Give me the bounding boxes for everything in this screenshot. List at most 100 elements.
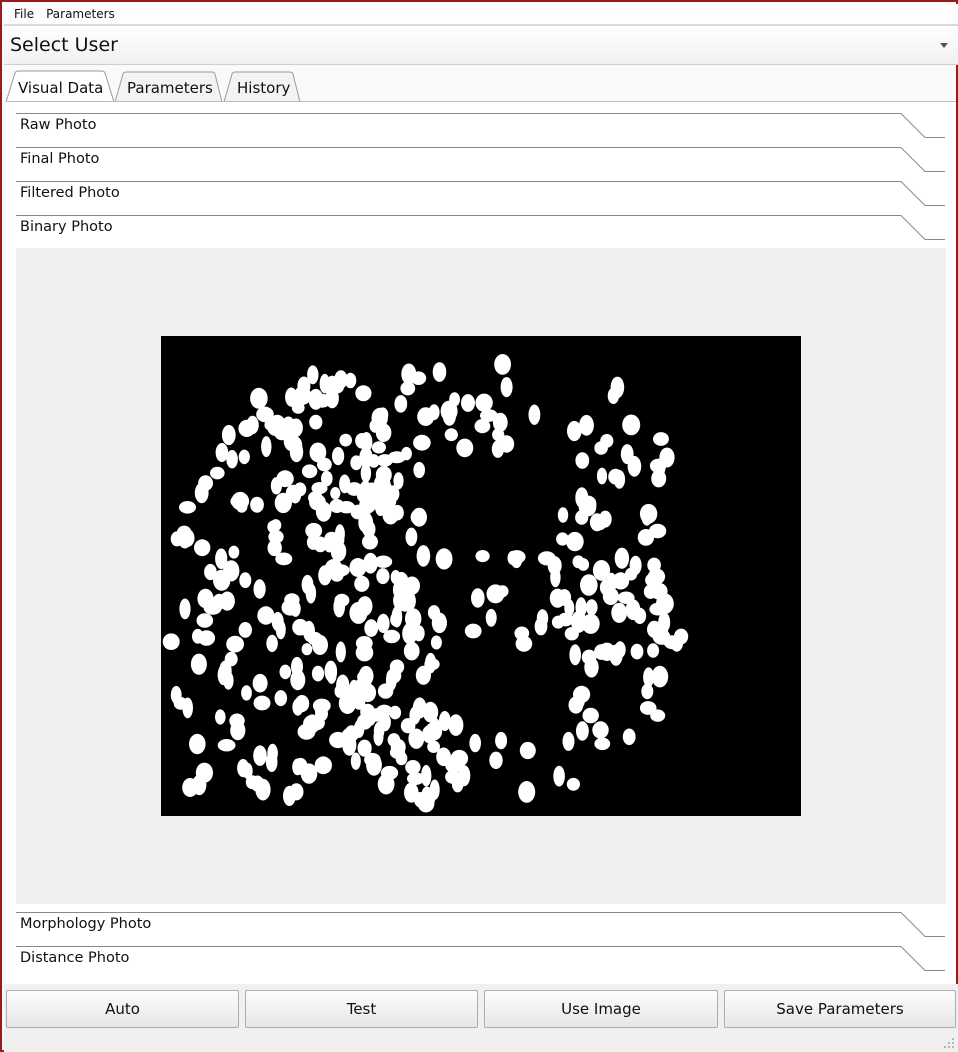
cell-blob [357, 739, 372, 757]
cell-blob [283, 785, 296, 806]
cell-blob [301, 464, 318, 479]
cell-blob [375, 423, 392, 442]
cell-blob [617, 591, 635, 604]
cell-blob [229, 713, 245, 729]
cell-blob [317, 457, 332, 472]
cell-blob [614, 641, 626, 659]
cell-blob [250, 496, 264, 513]
cell-blob [651, 623, 669, 644]
auto-button[interactable]: Auto [6, 990, 239, 1028]
menu-parameters[interactable]: Parameters [42, 7, 123, 21]
cell-blob [354, 575, 370, 592]
menu-file[interactable]: File [4, 7, 42, 21]
cell-blob [290, 669, 306, 691]
cell-blob [649, 602, 667, 616]
cell-blob [450, 749, 469, 767]
cell-blob [261, 436, 272, 458]
user-select-dropdown[interactable]: Select User [4, 25, 958, 65]
cell-blob [608, 468, 623, 485]
cell-blob [416, 545, 431, 567]
cell-blob [285, 484, 301, 501]
cell-blob [238, 449, 250, 465]
cell-blob [223, 560, 240, 582]
tab-history[interactable]: History [237, 79, 290, 97]
expander-binary-photo[interactable]: Binary Photo [16, 215, 946, 241]
expander-distance-photo[interactable]: Distance Photo [16, 946, 946, 972]
cell-blob [633, 607, 647, 624]
use-image-button[interactable]: Use Image [484, 990, 718, 1028]
resize-grip-icon[interactable] [944, 1038, 954, 1048]
cell-blob [309, 414, 323, 430]
cell-blob [215, 443, 229, 462]
cell-blob [427, 605, 441, 620]
test-button[interactable]: Test [245, 990, 478, 1028]
cell-blob [253, 695, 271, 711]
cell-blob [648, 523, 667, 539]
cell-blob [267, 539, 282, 557]
app-window: File Parameters Select User Visual Data … [0, 0, 958, 1052]
cell-blob [432, 362, 447, 382]
cell-blob [329, 731, 347, 749]
cell-blob [494, 354, 511, 375]
cell-blob [357, 596, 373, 617]
tab-visual-data[interactable]: Visual Data [18, 79, 103, 97]
cell-blob [253, 579, 266, 599]
cell-blob [410, 509, 426, 525]
cell-blob [500, 377, 513, 398]
cell-blob [528, 404, 541, 425]
cell-blob [386, 668, 402, 684]
cell-blob [335, 641, 346, 663]
cell-blob [594, 441, 608, 455]
cell-blob [573, 685, 591, 703]
cell-blob [350, 752, 361, 770]
cell-blob [514, 626, 530, 641]
cell-blob [274, 426, 290, 441]
expander-final-photo[interactable]: Final Photo [16, 147, 946, 173]
cell-blob [402, 622, 418, 645]
cell-blob [170, 686, 182, 704]
cell-blob [424, 722, 443, 741]
cell-blob [355, 385, 372, 402]
cell-blob [495, 731, 508, 750]
cell-blob [425, 652, 437, 674]
cell-blob [314, 756, 332, 775]
expander-raw-photo-label: Raw Photo [20, 117, 97, 133]
cell-blob [308, 388, 324, 410]
save-parameters-button[interactable]: Save Parameters [724, 990, 956, 1028]
expander-raw-photo[interactable]: Raw Photo [16, 113, 946, 139]
expander-distance-photo-label: Distance Photo [20, 950, 130, 966]
expander-morphology-photo-label: Morphology Photo [20, 916, 152, 932]
expander-final-photo-label: Final Photo [20, 151, 100, 167]
cell-blob [253, 745, 267, 766]
cell-blob [612, 572, 630, 590]
cell-blob [355, 643, 374, 662]
cell-blob [170, 531, 184, 547]
cell-blob [376, 568, 390, 585]
cell-blob [566, 531, 584, 552]
cell-blob [265, 752, 278, 772]
cell-blob [471, 588, 485, 608]
cell-blob [311, 665, 325, 682]
tab-parameters[interactable]: Parameters [127, 79, 213, 97]
cell-blob [252, 673, 268, 693]
cell-blob [461, 394, 475, 412]
cell-blob [553, 765, 565, 787]
cell-blob [339, 474, 351, 494]
binary-photo-content [16, 248, 946, 904]
cell-blob [566, 777, 580, 791]
cell-blob [582, 707, 599, 724]
cell-blob [475, 393, 493, 412]
cell-blob [386, 485, 400, 503]
user-select-value: Select User [10, 34, 118, 56]
expander-filtered-photo[interactable]: Filtered Photo [16, 181, 946, 207]
cell-blob [575, 452, 590, 469]
expander-morphology-photo[interactable]: Morphology Photo [16, 912, 946, 938]
cell-blob [215, 709, 226, 725]
cell-blob [649, 582, 668, 600]
cell-blob [360, 463, 372, 483]
cell-blob [436, 747, 451, 767]
cell-blob [569, 644, 581, 666]
expander-filtered-photo-label: Filtered Photo [20, 185, 120, 201]
cell-blob [226, 635, 244, 653]
cell-blob [647, 643, 660, 658]
